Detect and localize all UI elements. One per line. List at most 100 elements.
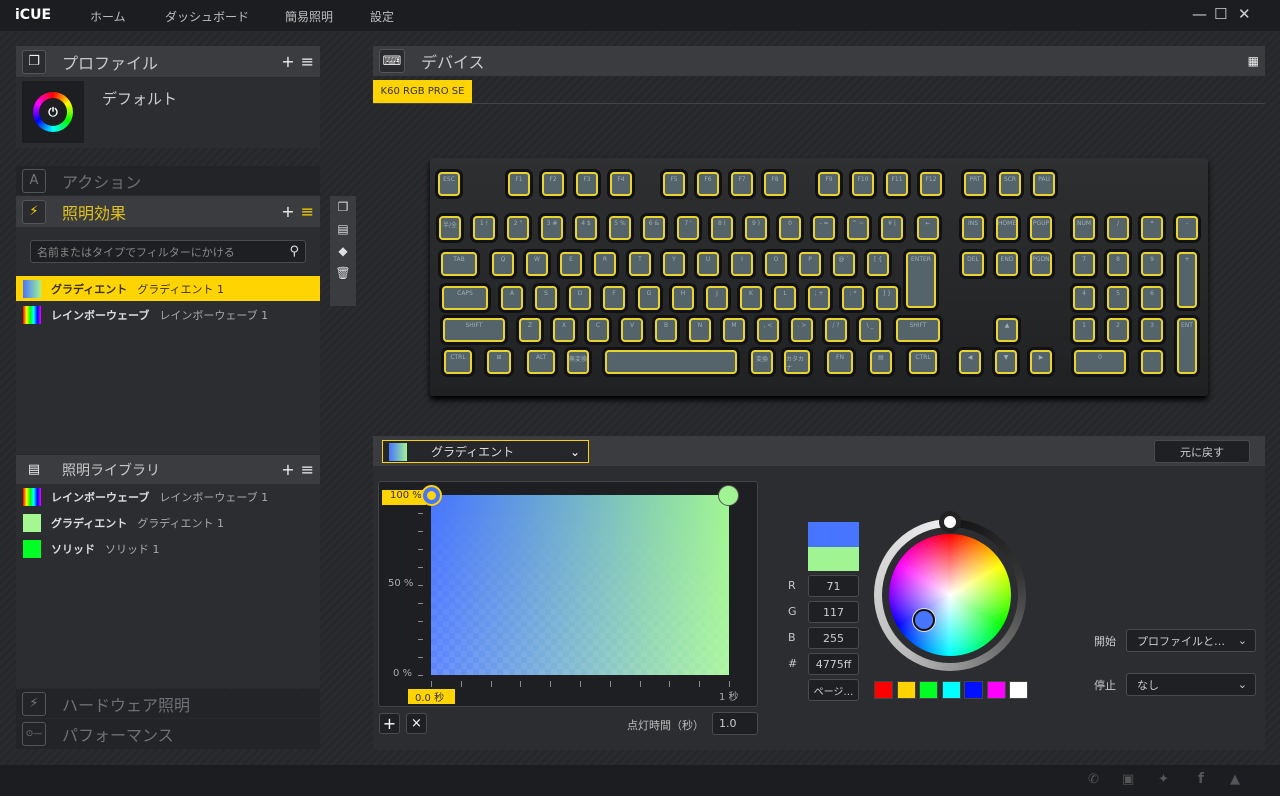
keyboard-key[interactable]: 0 [779, 216, 801, 240]
library-item-gradient[interactable]: グラディエント グラディエント 1 [16, 510, 320, 535]
keyboard-key[interactable]: B [655, 318, 677, 342]
chat-icon[interactable]: ▣ [1122, 772, 1134, 787]
keyboard-key[interactable]: INS [962, 216, 984, 240]
grid-view-icon[interactable]: ▦ [1248, 54, 1259, 68]
keyboard-key[interactable]: ▲ [996, 318, 1018, 342]
keyboard-key[interactable]: \ _ [859, 318, 881, 342]
support-24-icon[interactable]: ✆ [1088, 772, 1099, 787]
gradient-stop-start[interactable] [421, 485, 442, 506]
search-icon[interactable]: ⚲ [289, 244, 299, 259]
keyboard-key[interactable]: 1 [1073, 318, 1095, 342]
preset-color-swatch[interactable] [964, 681, 983, 699]
hex-input[interactable]: 4775ff [808, 653, 859, 675]
revert-button[interactable]: 元に戻す [1154, 440, 1250, 463]
keyboard-key[interactable]: D [569, 286, 591, 310]
keyboard-key[interactable]: 7 ' [677, 216, 699, 240]
keyboard-key[interactable]: : * [842, 286, 864, 310]
keyboard-key[interactable]: ¥ | [881, 216, 903, 240]
keyboard-key[interactable]: A [501, 286, 523, 310]
keyboard-key[interactable]: / ? [825, 318, 847, 342]
preset-color-swatch[interactable] [896, 681, 916, 699]
color-wheel[interactable] [889, 534, 1011, 656]
keyboard-key[interactable]: SHIFT [443, 318, 505, 342]
preset-color-swatch[interactable] [919, 681, 938, 699]
keyboard-key[interactable]: [ { [867, 252, 889, 276]
keyboard-key[interactable]: X [553, 318, 575, 342]
keyboard-key[interactable]: SCR [999, 172, 1021, 196]
add-effect-button[interactable]: + [281, 202, 294, 221]
corsair-icon[interactable]: ▲ [1230, 772, 1240, 787]
keyboard-key[interactable]: 8 [1107, 252, 1129, 276]
keyboard-key[interactable]: 6 & [643, 216, 665, 240]
keyboard-key[interactable]: F12 [920, 172, 942, 196]
keyboard-key[interactable]: 4 $ [575, 216, 597, 240]
keyboard-key[interactable]: . [1141, 350, 1163, 374]
preset-color-swatch[interactable] [941, 681, 961, 699]
keyboard-key[interactable]: F10 [852, 172, 874, 196]
add-library-button[interactable]: + [281, 460, 294, 479]
actions-header[interactable]: A アクション [16, 166, 320, 195]
duration-input[interactable]: 1.0 [712, 712, 758, 735]
keyboard-key[interactable]: ▶ [1030, 350, 1052, 374]
copy-icon[interactable]: ❐ [330, 200, 356, 214]
keyboard-key[interactable]: * [1141, 216, 1163, 240]
keyboard-key[interactable]: CTRL [444, 350, 472, 374]
keyboard-key[interactable]: ENT [1177, 318, 1197, 374]
keyboard-key[interactable]: @ ` [833, 252, 855, 276]
keyboard-key[interactable]: ALT [527, 350, 555, 374]
maximize-button[interactable]: ☐ [1214, 5, 1227, 23]
keyboard-key[interactable]: F9 [818, 172, 840, 196]
keyboard-key[interactable]: M [723, 318, 745, 342]
keyboard-key[interactable]: R [594, 252, 616, 276]
effect-menu-button[interactable]: ≡ [301, 202, 314, 221]
keyboard-key[interactable]: 無変換 [567, 350, 589, 374]
keyboard-key[interactable]: ; + [808, 286, 830, 310]
keyboard-key[interactable]: F [603, 286, 625, 310]
keyboard-preview[interactable]: ESC F1 F2 F3 F4 F5 F6 F7 F8 F9 F10 F11 F12 PRT SCR PAU 半… [430, 158, 1208, 396]
keyboard-key[interactable]: F3 [576, 172, 598, 196]
page-button[interactable]: ページ… [808, 679, 859, 701]
keyboard-key[interactable]: S [535, 286, 557, 310]
effect-search-input[interactable]: 名前またはタイプでフィルターにかける ⚲ [30, 240, 306, 263]
keyboard-key[interactable]: 6 [1141, 286, 1163, 310]
keyboard-key[interactable]: - [1176, 216, 1198, 240]
stop-trigger-dropdown[interactable]: なし ⌄ [1126, 673, 1256, 696]
keyboard-key[interactable]: 8 ( [711, 216, 733, 240]
keyboard-key[interactable]: 変換 [751, 350, 773, 374]
hardware-lighting-header[interactable]: ⚡ ハードウェア照明 [16, 689, 320, 718]
keyboard-key[interactable]: P [799, 252, 821, 276]
preset-color-swatch[interactable] [986, 681, 1006, 699]
keyboard-key[interactable]: F5 [663, 172, 685, 196]
g-input[interactable]: 117 [808, 601, 859, 623]
nav-settings[interactable]: 設定 [370, 8, 394, 25]
keyboard-key[interactable]: F11 [886, 172, 908, 196]
keyboard-key[interactable]: - = [813, 216, 835, 240]
keyboard-key[interactable]: PGUP [1030, 216, 1052, 240]
keyboard-key[interactable]: 0 [1074, 350, 1126, 374]
keyboard-key[interactable]: 4 [1073, 286, 1095, 310]
preset-color-swatch[interactable] [874, 681, 893, 699]
keyboard-key[interactable] [605, 350, 737, 374]
keyboard-key[interactable]: PAU [1033, 172, 1055, 196]
effect-item-rainbow[interactable]: レインボーウェーブ レインボーウェーブ 1 [16, 302, 320, 327]
keyboard-key[interactable]: ESC [438, 172, 460, 196]
keyboard-key[interactable]: CTRL [909, 350, 937, 374]
keyboard-key[interactable]: L [774, 286, 796, 310]
keyboard-key[interactable]: , < [757, 318, 779, 342]
library-item-solid[interactable]: ソリッド ソリッド 1 [16, 536, 320, 561]
keyboard-key[interactable]: ▤ [870, 350, 892, 374]
facebook-icon[interactable]: f [1198, 771, 1204, 787]
keyboard-key[interactable]: C [587, 318, 609, 342]
keyboard-key[interactable]: K [740, 286, 762, 310]
gradient-preview[interactable] [431, 495, 729, 675]
add-stop-button[interactable]: + [379, 713, 400, 734]
keyboard-key[interactable]: HOME [996, 216, 1018, 240]
keyboard-key[interactable]: W [526, 252, 548, 276]
nav-dashboard[interactable]: ダッシュボード [165, 8, 249, 25]
keyboard-key[interactable]: + [1177, 252, 1197, 308]
nav-home[interactable]: ホーム [90, 8, 126, 25]
keyboard-key[interactable]: N [689, 318, 711, 342]
profile-card[interactable]: ⏻ デフォルト [16, 78, 320, 148]
keyboard-key[interactable]: 2 " [507, 216, 529, 240]
keyboard-key[interactable]: 9 ) [745, 216, 767, 240]
